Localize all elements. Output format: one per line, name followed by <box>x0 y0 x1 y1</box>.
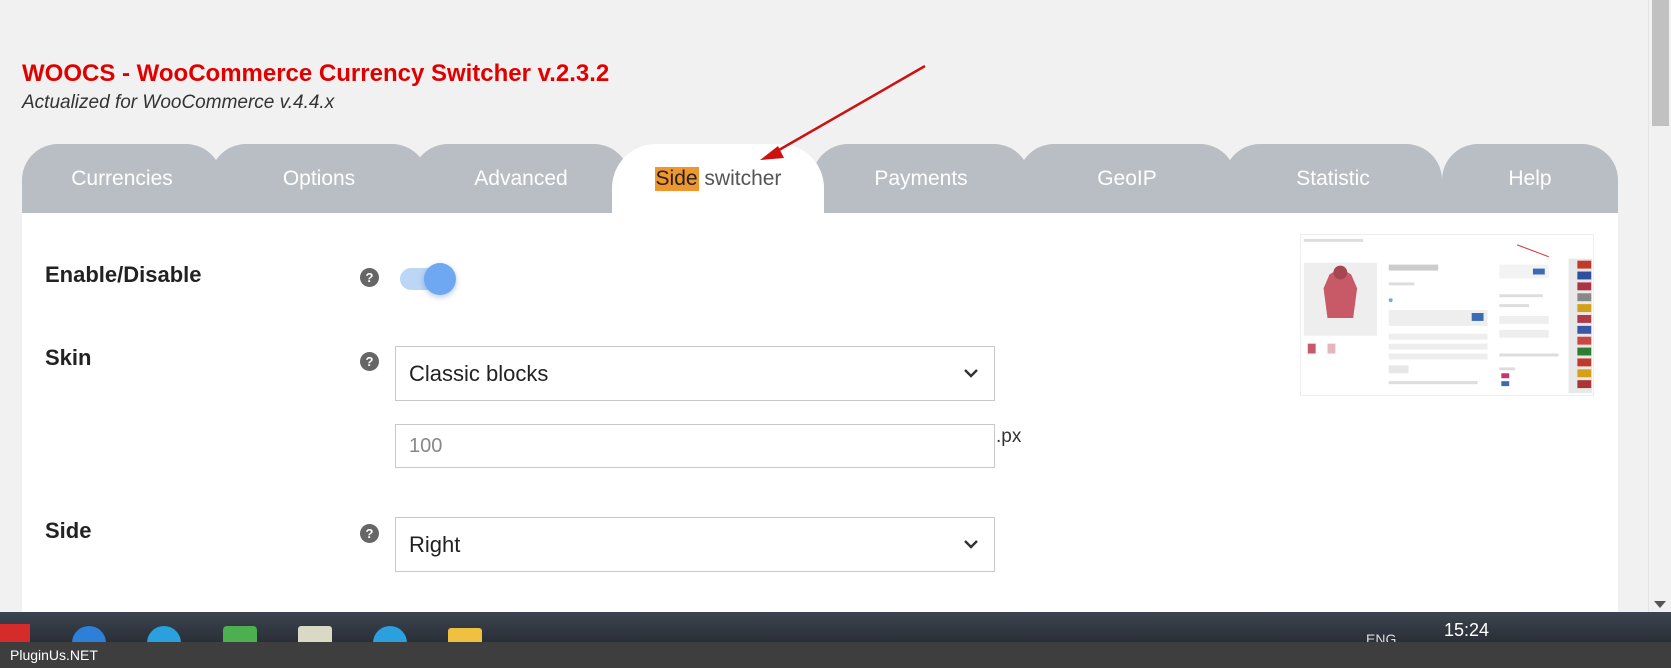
skin-select-value: Classic blocks <box>409 360 549 386</box>
tab-options[interactable]: Options <box>210 144 428 214</box>
side-select-value: Right <box>409 531 461 557</box>
tab-advanced[interactable]: Advanced <box>412 144 630 214</box>
page-scrollbar[interactable] <box>1648 0 1671 612</box>
app-icon[interactable] <box>223 626 257 642</box>
tab-bar: Currencies Options Advanced Payments Geo… <box>22 144 1618 214</box>
tab-payments[interactable]: Payments <box>812 144 1030 214</box>
skin-label: Skin <box>45 345 92 370</box>
question-icon[interactable]: ? <box>360 352 379 371</box>
footer-bar: PluginUs.NET <box>0 642 1671 668</box>
plugin-subtitle: Actualized for WooCommerce v.4.4.x <box>22 92 335 113</box>
windows-taskbar: ENG 15:24 <box>0 612 1671 642</box>
enable-label: Enable/Disable <box>45 262 202 287</box>
tab-label: Help <box>1508 167 1552 190</box>
tab-label: Statistic <box>1296 167 1370 190</box>
tab-label: GeoIP <box>1097 167 1157 190</box>
chevron-down-icon <box>964 369 978 378</box>
footer-text: PluginUs.NET <box>10 647 98 663</box>
question-icon[interactable]: ? <box>360 524 379 543</box>
language-indicator[interactable]: ENG <box>1366 631 1396 642</box>
plugin-title: WOOCS - WooCommerce Currency Switcher v.… <box>22 60 610 87</box>
chevron-down-icon <box>964 540 978 549</box>
folder-icon[interactable] <box>448 628 482 642</box>
side-label: Side <box>45 518 92 543</box>
tab-label: Payments <box>874 167 968 190</box>
tab-label: Advanced <box>474 167 568 190</box>
toggle-knob <box>424 263 456 295</box>
enable-toggle[interactable] <box>400 263 456 295</box>
filezilla-icon[interactable] <box>0 624 30 642</box>
tab-label-highlight: Side <box>654 167 699 191</box>
notepad-icon[interactable] <box>298 626 332 642</box>
tab-label-rest: switcher <box>698 167 782 190</box>
question-icon[interactable]: ? <box>360 268 379 287</box>
tab-currencies[interactable]: Currencies <box>22 144 222 214</box>
edge-icon[interactable] <box>72 626 106 642</box>
telegram-icon[interactable] <box>147 626 181 642</box>
tab-statistic[interactable]: Statistic <box>1224 144 1442 214</box>
telegram-icon[interactable] <box>373 626 407 642</box>
tab-side-switcher[interactable]: Side switcher <box>612 144 824 214</box>
scroll-down-icon[interactable] <box>1654 601 1666 608</box>
tab-help[interactable]: Help <box>1442 144 1618 214</box>
tab-label: Currencies <box>71 167 173 190</box>
width-unit-label: .px <box>996 426 1022 447</box>
scrollbar-thumb[interactable] <box>1652 0 1669 126</box>
taskbar-clock[interactable]: 15:24 <box>1444 620 1489 641</box>
tab-geoip[interactable]: GeoIP <box>1018 144 1236 214</box>
tab-label: Options <box>282 167 356 190</box>
skin-select[interactable]: Classic blocks <box>395 346 995 401</box>
side-switcher-preview-image <box>1300 234 1594 396</box>
side-select[interactable]: Right <box>395 517 995 572</box>
width-input[interactable]: 100 <box>395 424 995 468</box>
